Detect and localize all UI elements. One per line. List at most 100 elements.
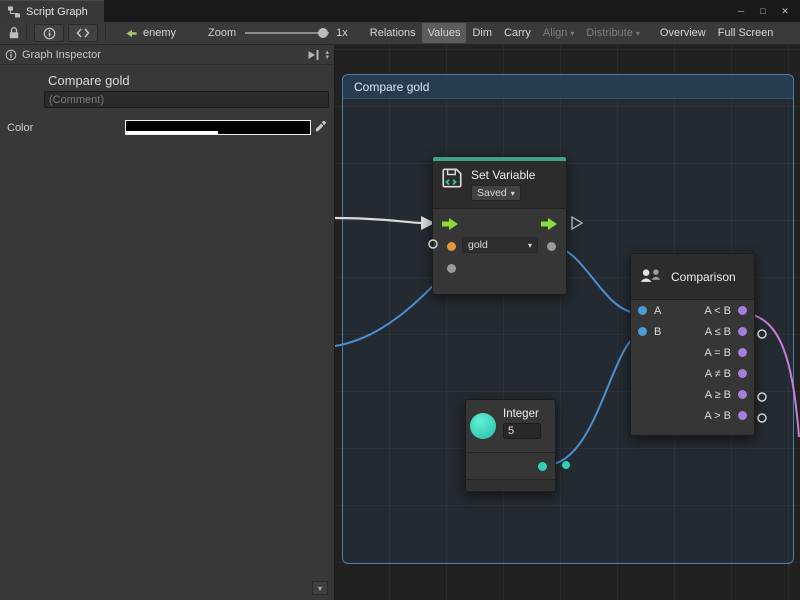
caret-down-icon: ▾	[570, 29, 574, 38]
flow-input-port[interactable]	[442, 218, 458, 230]
graph-toolbar: enemy Zoom 1x Relations Values Dim Carry…	[0, 22, 800, 45]
dim-button[interactable]: Dim	[466, 23, 498, 43]
input-label: B	[654, 326, 661, 338]
zoom-slider[interactable]	[245, 27, 329, 39]
comparison-row: A = B	[631, 342, 754, 363]
overview-button[interactable]: Overview	[654, 23, 712, 43]
variable-kind-dropdown[interactable]: Saved ▾	[471, 185, 521, 201]
comparison-row: B A ≤ B	[631, 321, 754, 342]
minimize-button[interactable]: ─	[731, 2, 751, 20]
caret-down-icon[interactable]: ▾	[325, 55, 329, 60]
caret-down-icon: ▾	[511, 189, 515, 198]
output-label: A ≥ B	[705, 389, 731, 401]
values-button[interactable]: Values	[422, 23, 467, 43]
output-label: A < B	[704, 305, 731, 317]
input-label: A	[654, 305, 661, 317]
toolbar-buttons: Relations Values Dim Carry Align▾ Distri…	[364, 23, 780, 43]
graph-canvas[interactable]: Compare gold Set Variable Saved ▾	[335, 45, 800, 600]
full-screen-button[interactable]: Full Screen	[712, 23, 780, 43]
relations-button[interactable]: Relations	[364, 23, 422, 43]
comment-input[interactable]	[44, 91, 329, 108]
input-port-a[interactable]	[638, 306, 647, 315]
info-icon	[5, 49, 17, 61]
maximize-button[interactable]: □	[753, 2, 773, 20]
variable-value-port[interactable]	[447, 242, 456, 251]
output-port-a-gte-b[interactable]	[738, 390, 747, 399]
caret-down-icon: ▾	[528, 241, 532, 250]
comparison-icon	[639, 265, 663, 289]
dock-panel-icon[interactable]	[307, 49, 320, 61]
zoom-value: 1x	[336, 27, 348, 39]
variable-name-dropdown[interactable]: gold ▾	[462, 237, 538, 253]
integer-footer	[466, 452, 555, 479]
node-set-variable[interactable]: Set Variable Saved ▾ gold ▾	[432, 156, 567, 295]
output-port-a-eq-b[interactable]	[738, 348, 747, 357]
output-label: A > B	[704, 410, 731, 422]
inspector-toggle-button[interactable]	[34, 24, 64, 42]
zoom-label: Zoom	[208, 27, 236, 39]
graph-breadcrumb[interactable]: enemy	[125, 27, 176, 40]
group-title: Compare gold	[354, 80, 429, 94]
flow-output-port[interactable]	[541, 218, 557, 230]
align-button[interactable]: Align▾	[537, 23, 580, 43]
node-title: Comparison	[671, 270, 736, 284]
integer-bottom-strip	[466, 479, 555, 490]
output-port-a-lte-b[interactable]	[738, 327, 747, 336]
lock-icon[interactable]	[7, 26, 21, 40]
code-icon	[76, 27, 90, 39]
output-port-a-gt-b[interactable]	[738, 411, 747, 420]
info-icon	[43, 27, 56, 40]
eyedropper-icon[interactable]	[314, 120, 327, 136]
save-variable-icon	[440, 166, 464, 190]
output-label: A = B	[704, 347, 731, 359]
zoom-slider-handle[interactable]	[318, 28, 328, 38]
value-input-port[interactable]	[447, 264, 456, 273]
group-header[interactable]: Compare gold	[343, 75, 793, 99]
integer-header: Integer 5	[466, 400, 555, 452]
comparison-header: Comparison	[631, 254, 754, 300]
graph-title: Compare gold	[48, 73, 130, 88]
inspector-header-controls: ▴ ▾	[307, 49, 329, 61]
integer-header-text: Integer 5	[503, 406, 541, 452]
toolbar-separator	[26, 25, 27, 41]
tab-label: Script Graph	[26, 6, 88, 18]
zoom-slider-track	[245, 32, 329, 34]
node-title: Integer	[503, 408, 541, 420]
integer-icon	[470, 413, 496, 439]
comparison-row: A ≥ B	[631, 384, 754, 405]
carry-button[interactable]: Carry	[498, 23, 537, 43]
scroll-spinner[interactable]: ▴ ▾	[325, 50, 329, 60]
set-variable-header: Set Variable Saved ▾	[433, 161, 566, 209]
graph-inspector-header: Graph Inspector ▴ ▾	[0, 45, 334, 65]
output-label: A ≠ B	[705, 368, 731, 380]
graph-inspector-panel: Graph Inspector ▴ ▾ Compare gold Color ▾	[0, 45, 335, 600]
input-port-b[interactable]	[638, 327, 647, 336]
color-alpha-bar	[126, 131, 310, 134]
comparison-row: A ≠ B	[631, 363, 754, 384]
integer-output-port[interactable]	[538, 462, 547, 471]
comparison-row: A A < B	[631, 300, 754, 321]
output-label: A ≤ B	[705, 326, 731, 338]
node-comparison[interactable]: Comparison A A < B B A ≤ B A = B A ≠ B A…	[630, 253, 755, 436]
scroll-down-button[interactable]: ▾	[312, 581, 328, 595]
set-variable-body: gold ▾	[433, 209, 566, 294]
window-controls: ─ □ ✕	[731, 0, 800, 22]
integer-value-input[interactable]: 5	[503, 423, 541, 439]
color-field[interactable]	[125, 120, 311, 135]
color-swatch-value	[126, 121, 310, 131]
script-graph-icon	[7, 5, 21, 19]
inspector-title: Graph Inspector	[22, 49, 101, 61]
node-title: Set Variable	[471, 168, 535, 182]
value-output-port[interactable]	[547, 242, 556, 251]
output-port-a-neq-b[interactable]	[738, 369, 747, 378]
output-port-a-lt-b[interactable]	[738, 306, 747, 315]
close-button[interactable]: ✕	[775, 2, 795, 20]
tab-script-graph[interactable]: Script Graph	[0, 0, 104, 22]
distribute-button[interactable]: Distribute▾	[580, 23, 645, 43]
code-view-button[interactable]	[68, 24, 98, 42]
graph-asset-icon	[125, 27, 138, 40]
set-variable-header-text: Set Variable Saved ▾	[471, 166, 535, 203]
node-integer[interactable]: Integer 5	[465, 399, 556, 492]
graph-name: enemy	[143, 27, 176, 39]
color-label: Color	[7, 122, 33, 134]
